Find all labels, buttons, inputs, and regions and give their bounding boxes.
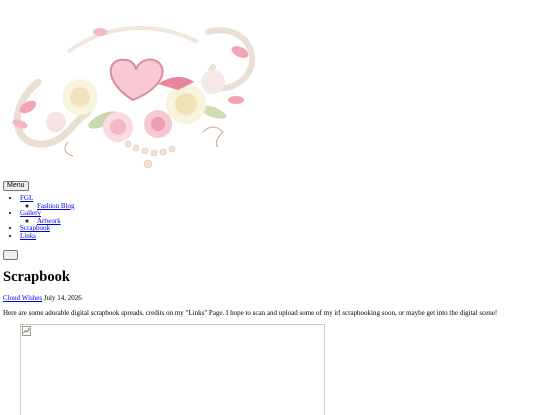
nav-link-fgl[interactable]: FGL (20, 194, 33, 202)
nav-link-fashion-blog[interactable]: Fashion Blog (37, 202, 75, 210)
nav-subitem-fashion-blog: Fashion Blog (37, 202, 75, 211)
search-toggle-button[interactable] (3, 250, 18, 260)
nav-item-fgl: FGL Fashion Blog (20, 194, 75, 211)
page-title: Scrapbook (3, 269, 70, 285)
header-artwork (12, 26, 255, 169)
entry-intro-text: Here are some adorable digital scrapbook… (3, 309, 498, 317)
post-date: July 14, 2026 (43, 294, 82, 302)
primary-navigation: FGL Fashion Blog Gallery Artwork Scrapbo… (0, 194, 75, 241)
menu-toggle-button[interactable]: Menu (3, 181, 29, 191)
scrapbook-image-placeholder (20, 324, 325, 415)
nav-link-links[interactable]: Links (20, 232, 36, 240)
broken-image-icon (22, 326, 31, 336)
nav-item-gallery: Gallery Artwork (20, 209, 75, 225)
author-link[interactable]: Cloud Wishes (3, 294, 42, 302)
nav-item-links: Links (20, 232, 75, 241)
entry-meta: Cloud Wishes July 14, 2026 (3, 294, 82, 302)
